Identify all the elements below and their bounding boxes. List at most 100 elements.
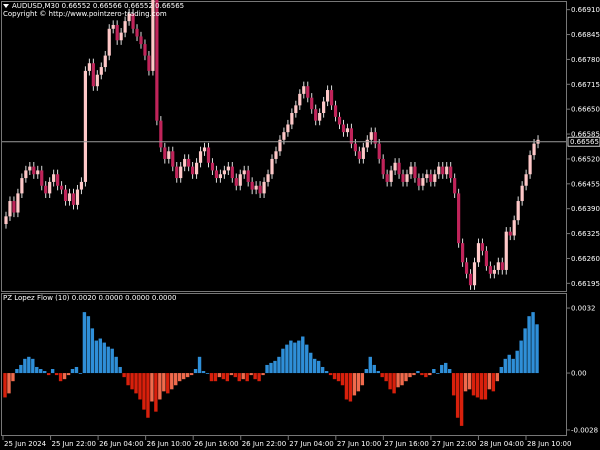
flow-bar (46, 373, 51, 376)
flow-bar (404, 373, 408, 382)
candle-body (12, 201, 16, 213)
candle-body (274, 151, 278, 159)
candle-body (242, 170, 246, 175)
candle-body (59, 185, 64, 190)
indicator-tick-label: -0.0028 (571, 426, 598, 434)
candle-body (310, 97, 314, 110)
candle-body (262, 181, 266, 194)
candle-body (24, 170, 28, 179)
candle-body (135, 28, 139, 37)
candle-body (282, 132, 286, 140)
flow-bar (15, 369, 19, 374)
candle-body (20, 178, 24, 194)
time-tick-label: 28 Jun 10:00 (527, 440, 571, 448)
flow-bar (455, 373, 460, 418)
candle-body (52, 174, 56, 182)
flow-bar (118, 366, 122, 374)
price-tick-label: 0.66455 (571, 180, 600, 188)
time-tick-label: 26 Jun 04:00 (99, 440, 143, 448)
candle-body (488, 266, 492, 274)
flow-bar (273, 360, 277, 374)
candle-body (433, 174, 437, 182)
candle-body (246, 170, 250, 182)
flow-bar (126, 373, 130, 386)
flow-bar (197, 356, 202, 374)
flow-bar (130, 373, 134, 390)
candle-body (492, 269, 496, 274)
candle-body (95, 74, 99, 87)
dropdown-arrow-icon[interactable] (3, 4, 9, 8)
flow-bar (54, 373, 59, 376)
candle-body (99, 67, 103, 75)
candle-body (198, 151, 203, 163)
candle-body (270, 158, 274, 175)
flow-bar (31, 358, 35, 374)
flow-bar (35, 366, 39, 374)
copyright-text: Copyright © http://www.pointzero-trading… (3, 10, 167, 18)
flow-bar (451, 373, 456, 396)
symbol-header: AUDUSD,M30 0.66552 0.66566 0.66552 0.665… (12, 2, 184, 10)
flow-bar (396, 373, 400, 388)
candlestick-series (4, 0, 540, 290)
candle-body (16, 193, 20, 213)
candle-body (214, 170, 219, 179)
flow-bar (78, 373, 83, 374)
flow-bar (106, 346, 110, 374)
candle-body (377, 143, 381, 159)
candle-body (218, 174, 222, 179)
current-price-label: 0.66565 (570, 138, 599, 146)
flow-bar (205, 373, 210, 374)
current-price-marker: 0.66565 (567, 136, 600, 147)
time-tick-label: 27 Jun 22:00 (432, 440, 476, 448)
candle-body (294, 105, 298, 114)
candle-body (63, 189, 68, 202)
flow-bar (213, 373, 218, 382)
candle-body (32, 166, 36, 175)
candle-body (171, 151, 175, 167)
flow-bar (134, 373, 138, 394)
flow-bar (352, 373, 357, 396)
flow-bar (150, 373, 154, 402)
candle-body (345, 128, 350, 133)
flow-bar (408, 373, 412, 378)
flow-bar (154, 373, 158, 412)
flow-bar (432, 369, 436, 374)
flow-bar (420, 373, 424, 376)
candle-body (91, 63, 95, 87)
indicator-y-axis: 0.0032 0.00 -0.0028 (566, 305, 598, 434)
candle-body (210, 162, 215, 171)
time-tick-label: 27 Jun 10:00 (337, 440, 381, 448)
flow-bar (102, 342, 106, 374)
flow-bar (114, 356, 118, 374)
flow-bar (384, 373, 388, 382)
candle-body (139, 36, 143, 45)
candle-body (500, 262, 504, 270)
flow-bar (356, 373, 361, 392)
candle-body (369, 132, 373, 140)
flow-bar (7, 373, 11, 394)
candle-body (286, 124, 290, 133)
flow-bar (332, 373, 337, 380)
flow-bar (185, 373, 190, 378)
candle-body (314, 109, 318, 121)
flow-bar (146, 373, 150, 418)
flow-bar (43, 371, 47, 374)
flow-bar (94, 340, 99, 374)
candle-body (143, 44, 147, 56)
flow-bar (66, 373, 71, 376)
flow-bar (376, 371, 380, 374)
indicator-tick-label: 0.0032 (571, 305, 596, 313)
candle-body (508, 231, 512, 236)
candle-body (187, 158, 191, 167)
flow-bar (340, 373, 345, 386)
candle-body (381, 158, 385, 175)
flow-bar (138, 373, 142, 400)
price-tick-label: 0.66845 (571, 31, 600, 39)
time-tick-label: 27 Jun 16:00 (384, 440, 428, 448)
flow-bar (483, 373, 488, 400)
flow-bar (90, 328, 95, 374)
candle-body (365, 139, 369, 148)
flow-bar (436, 373, 440, 374)
candle-body (28, 166, 32, 171)
flow-bar (285, 344, 289, 374)
